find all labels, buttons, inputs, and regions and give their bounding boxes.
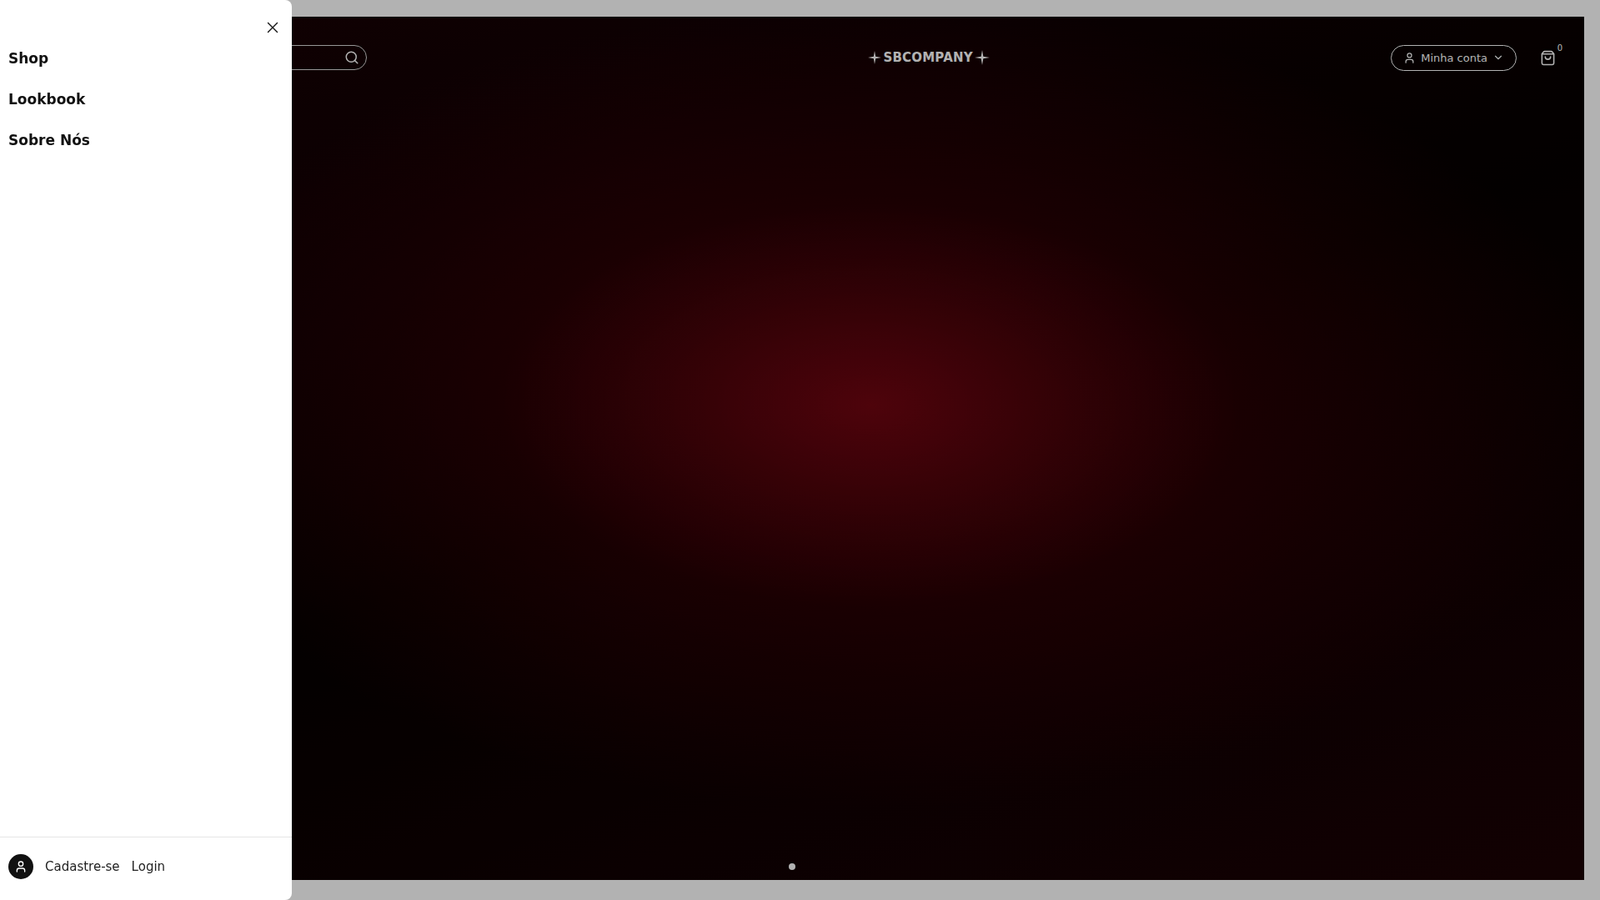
menu-item[interactable]: Shop	[8, 48, 284, 70]
footer-link[interactable]: Cadastre-se	[45, 858, 121, 874]
avatar	[8, 853, 34, 879]
drawer-footer: Cadastre-se Login	[0, 836, 292, 900]
user-icon	[14, 859, 28, 873]
side-drawer: Shop Lookbook Sobre Nós Cadastre-se Login	[0, 0, 292, 900]
menu-item[interactable]: Lookbook	[8, 89, 284, 111]
drawer-menu: Shop Lookbook Sobre Nós	[0, 36, 292, 837]
close-icon[interactable]	[263, 18, 282, 37]
menu-item[interactable]: Sobre Nós	[8, 130, 284, 151]
close-button[interactable]	[263, 18, 282, 37]
footer-link[interactable]: Login	[131, 858, 166, 874]
